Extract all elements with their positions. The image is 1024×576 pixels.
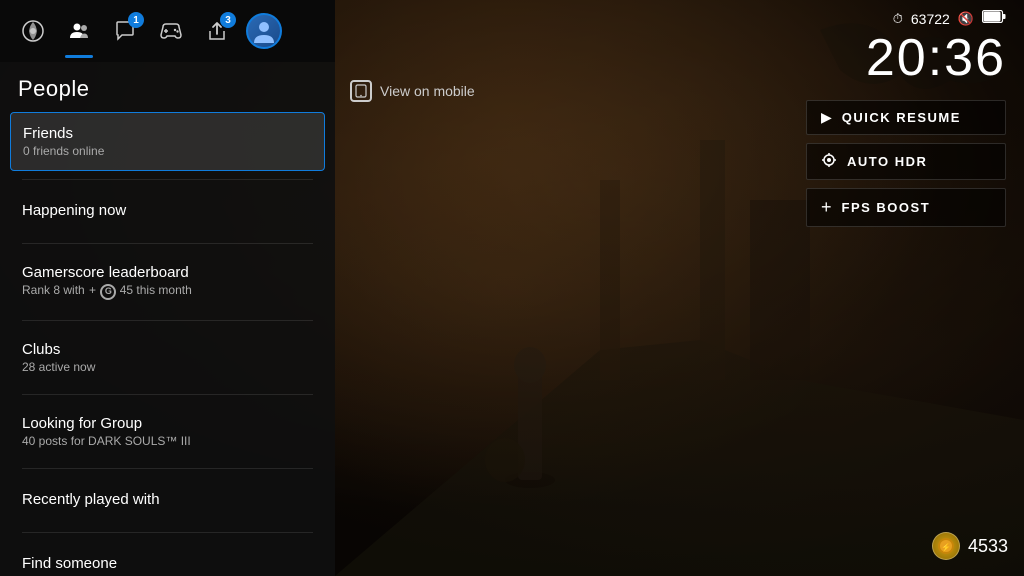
nav-chat-button[interactable]: 1 (104, 10, 146, 52)
quick-resume-button[interactable]: ▶ QUICK RESUME (806, 100, 1006, 135)
fps-boost-button[interactable]: + FPS BOOST (806, 188, 1006, 227)
menu-item-gamerscore[interactable]: Gamerscore leaderboard Rank 8 with + G 4… (10, 252, 325, 312)
mute-icon: 🔇 (958, 11, 974, 27)
divider-2 (22, 243, 313, 244)
menu-item-friends[interactable]: Friends 0 friends online (10, 112, 325, 171)
status-bar: ⏱ 63722 🔇 (806, 10, 1006, 28)
menu-item-happening-now[interactable]: Happening now (10, 188, 325, 235)
nav-people-button[interactable] (58, 10, 100, 52)
divider-1 (22, 179, 313, 180)
menu-item-clubs[interactable]: Clubs 28 active now (10, 329, 325, 386)
menu-item-lfg-subtitle: 40 posts for DARK SOULS™ III (22, 434, 313, 448)
bottom-score: ⚡ 4533 (932, 532, 1008, 560)
clock-display: 20:36 (806, 32, 1006, 84)
menu-item-clubs-subtitle: 28 active now (22, 360, 313, 374)
auto-hdr-label: AUTO HDR (847, 154, 927, 169)
quick-resume-label: QUICK RESUME (842, 110, 961, 125)
gamerscore-icon: G (100, 284, 116, 300)
divider-5 (22, 468, 313, 469)
divider-3 (22, 320, 313, 321)
menu-item-lfg[interactable]: Looking for Group 40 posts for DARK SOUL… (10, 403, 325, 460)
nav-xbox-button[interactable] (12, 10, 54, 52)
menu-item-lfg-title: Looking for Group (22, 415, 313, 432)
view-on-mobile-button[interactable]: View on mobile (350, 80, 475, 102)
menu-list: Friends 0 friends online Happening now G… (0, 112, 335, 576)
divider-6 (22, 532, 313, 533)
souls-count: 4533 (968, 536, 1008, 557)
fps-boost-label: FPS BOOST (842, 200, 931, 215)
clock-icon: ⏱ (893, 11, 903, 27)
menu-item-find-title: Find someone (22, 555, 313, 572)
sidebar: 1 3 People (0, 0, 335, 576)
menu-item-gamerscore-title: Gamerscore leaderboard (22, 264, 313, 281)
menu-item-recently-title: Recently played with (22, 491, 313, 508)
gamerscore-value: 63722 (911, 11, 950, 27)
share-badge: 3 (220, 12, 236, 28)
souls-icon: ⚡ (932, 532, 960, 560)
svg-text:⚡: ⚡ (941, 542, 951, 552)
hud: ⏱ 63722 🔇 20:36 ▶ QUICK RESUME (788, 0, 1024, 245)
mobile-icon (350, 80, 372, 102)
divider-4 (22, 394, 313, 395)
view-on-mobile-label: View on mobile (380, 83, 475, 99)
plus-icon: + (821, 197, 832, 218)
auto-hdr-button[interactable]: AUTO HDR (806, 143, 1006, 180)
menu-item-recently-played[interactable]: Recently played with (10, 477, 325, 524)
nav-share-button[interactable]: 3 (196, 10, 238, 52)
plus-symbol: + (89, 283, 96, 297)
user-avatar[interactable] (246, 13, 282, 49)
play-icon: ▶ (821, 109, 832, 126)
menu-item-find-someone[interactable]: Find someone (10, 541, 325, 576)
action-buttons: ▶ QUICK RESUME AUTO HDR + FPS BOOST (806, 100, 1006, 227)
battery-icon (982, 10, 1006, 28)
menu-item-friends-title: Friends (23, 125, 312, 142)
nav-controller-button[interactable] (150, 10, 192, 52)
menu-item-gamerscore-subtitle: Rank 8 with + G 45 this month (22, 283, 313, 300)
chat-badge: 1 (128, 12, 144, 28)
hdr-icon (821, 152, 837, 171)
menu-item-happening-title: Happening now (22, 202, 313, 219)
top-nav: 1 3 (0, 0, 335, 62)
page-title: People (0, 62, 335, 112)
menu-item-clubs-title: Clubs (22, 341, 313, 358)
menu-item-friends-subtitle: 0 friends online (23, 144, 312, 158)
